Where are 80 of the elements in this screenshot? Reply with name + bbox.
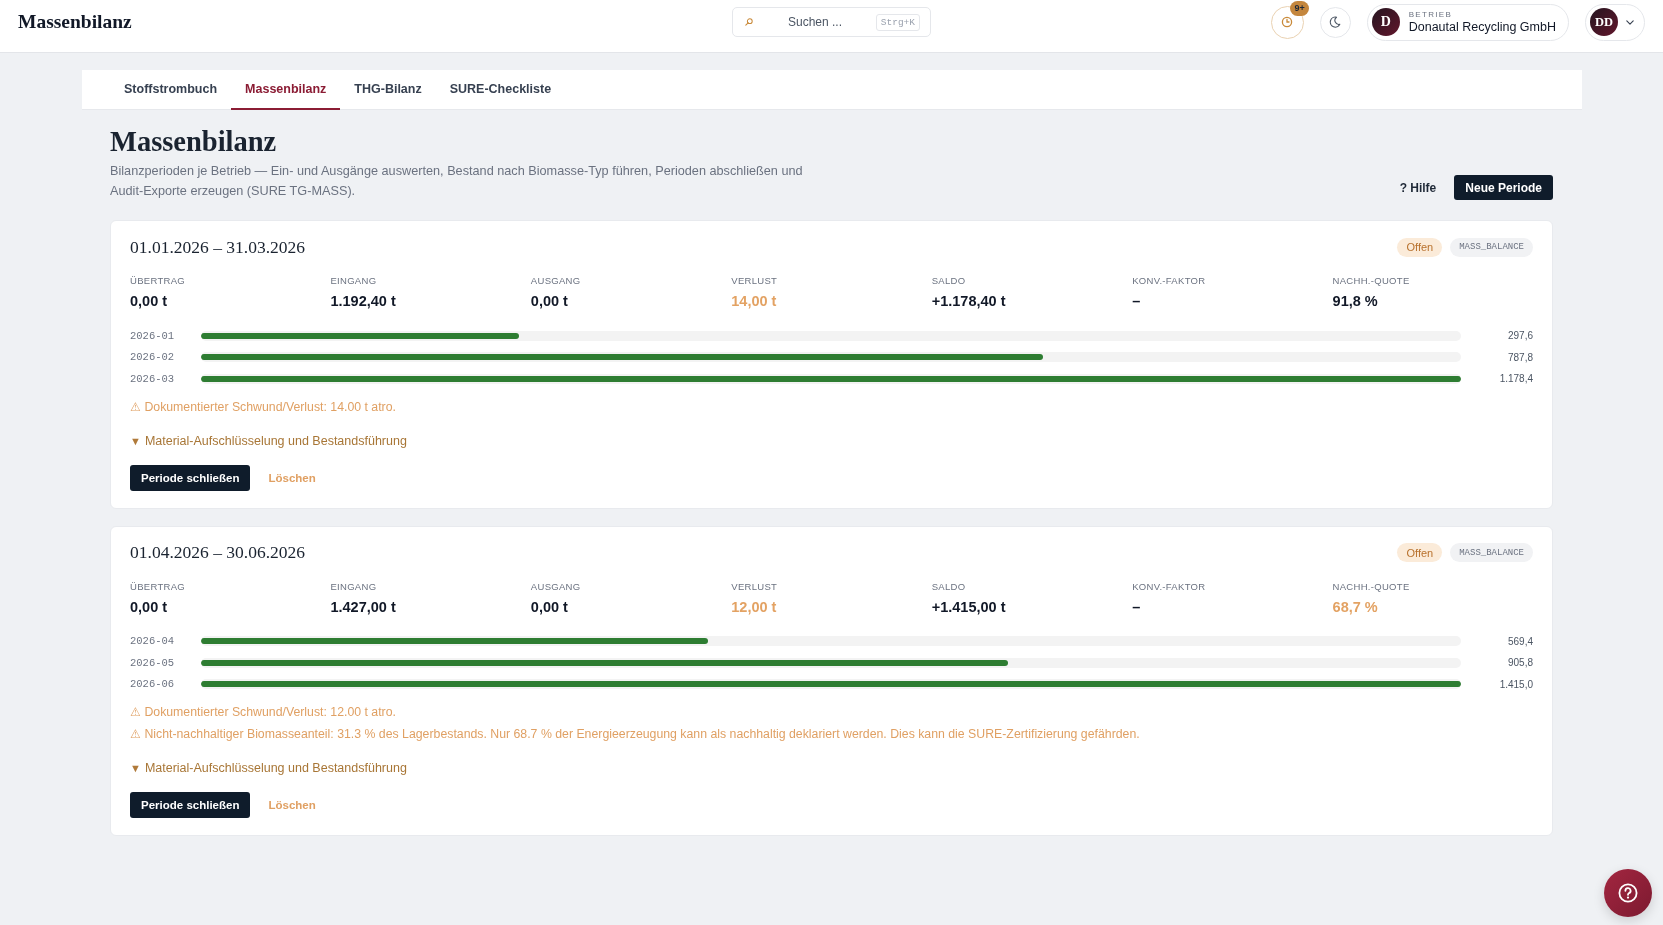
stat-value: 0,00 t — [130, 597, 169, 616]
details-toggle[interactable]: Material-Aufschlüsselung und Bestandsführung — [144, 433, 407, 448]
stat-value: – — [1132, 292, 1142, 310]
stat-label: VERLUST — [731, 580, 779, 593]
stat-value: 14,00 t — [731, 292, 778, 310]
details-toggle[interactable]: Material-Aufschlüsselung und Bestandsführung — [144, 761, 407, 775]
close-period-button[interactable]: Periode schließen — [130, 792, 251, 818]
stat-label: SALDO — [931, 275, 967, 287]
stat-value: +1.415,00 t — [931, 597, 1007, 616]
stat-label: EINGANG — [330, 580, 378, 593]
caret-icon: ▼ — [130, 434, 141, 447]
month-label: 2026-03 — [130, 372, 176, 385]
page-title: Massenbilanz — [110, 125, 278, 159]
month-label: 2026-04 — [130, 635, 176, 648]
search-input[interactable]: Suchen ... — [788, 15, 852, 29]
stat-label: AUSGANG — [530, 275, 582, 287]
notification-count: 9+ — [1290, 0, 1309, 16]
facility-switcher[interactable]: D BETRIEB Donautal Recycling GmbH — [1366, 3, 1569, 41]
warning-text: ⚠ Dokumentierter Schwund/Verlust: 14.00 t atro. — [130, 398, 397, 416]
help-icon — [1618, 883, 1638, 903]
stat-label: NACHH.-QUOTE — [1332, 580, 1411, 593]
stat-value: 0,00 t — [530, 292, 569, 310]
stat-value: 0,00 t — [130, 292, 169, 310]
status-badge: Offen — [1397, 237, 1443, 257]
stat-label: ÜBERTRAG — [130, 275, 186, 287]
shortcut-hint: Strg+K — [875, 13, 920, 31]
month-value: 569,4 — [1506, 635, 1533, 647]
month-label: 2026-05 — [130, 656, 176, 669]
tab[interactable]: SURE-Checkliste — [435, 70, 566, 110]
user-menu-button[interactable]: DD — [1585, 3, 1645, 41]
clock-icon — [1281, 16, 1294, 28]
app-title: Massenbilanz — [18, 10, 132, 33]
type-badge: MASS_BALANCE — [1450, 543, 1533, 562]
help-button[interactable]: ? Hilfe — [1399, 180, 1437, 195]
stat-label: ÜBERTRAG — [130, 580, 186, 593]
stat-label: NACHH.-QUOTE — [1332, 275, 1411, 287]
month-label: 2026-06 — [130, 678, 176, 691]
period-title: 01.04.2026 – 30.06.2026 — [130, 542, 305, 563]
month-value: 787,8 — [1506, 351, 1533, 363]
stat-value: 1.427,00 t — [330, 597, 397, 616]
period-title: 01.01.2026 – 31.03.2026 — [130, 236, 305, 258]
month-value: 297,6 — [1506, 330, 1533, 342]
tab[interactable]: THG-Bilanz — [340, 70, 436, 110]
month-label: 2026-01 — [130, 329, 176, 342]
caret-icon: ▼ — [130, 762, 141, 774]
facility-name: Donautal Recycling GmbH — [1408, 19, 1556, 35]
stat-value: 68,7 % — [1332, 597, 1379, 616]
moon-icon — [1329, 16, 1342, 28]
month-value: 1.415,0 — [1498, 678, 1533, 690]
month-value: 1.178,4 — [1498, 373, 1533, 385]
stat-value: 91,8 % — [1332, 292, 1379, 310]
stat-label: KONV.-FAKTOR — [1132, 275, 1207, 287]
stat-value: 0,00 t — [530, 597, 569, 616]
theme-toggle-button[interactable] — [1319, 6, 1351, 38]
tab[interactable]: Massenbilanz — [231, 70, 341, 110]
user-avatar: DD — [1590, 8, 1618, 36]
stat-label: VERLUST — [731, 275, 779, 287]
stat-value: 1.192,40 t — [330, 292, 397, 310]
stat-value: – — [1132, 597, 1142, 616]
stat-value: +1.178,40 t — [931, 292, 1007, 310]
new-period-button[interactable]: Neue Periode — [1454, 175, 1553, 200]
stat-label: KONV.-FAKTOR — [1132, 580, 1207, 593]
page-description: Bilanzperioden je Betrieb — Ein- und Ausgänge auswerten, Bestand nach Biomasse-Typ führen, Perioden abschließen und Audit-Exporte erzeugen (SURE TG-MASS). — [110, 163, 804, 200]
close-period-button[interactable]: Periode schließen — [130, 464, 251, 491]
month-label: 2026-02 — [130, 351, 176, 364]
stat-label: SALDO — [931, 580, 967, 593]
warning-text: ⚠ Dokumentierter Schwund/Verlust: 12.00 t atro. — [130, 704, 397, 721]
type-badge: MASS_BALANCE — [1450, 237, 1533, 257]
stat-value: 12,00 t — [731, 597, 778, 616]
search-icon — [745, 18, 753, 26]
help-fab-button[interactable] — [1604, 869, 1652, 917]
month-value: 905,8 — [1506, 657, 1533, 669]
facility-label: BETRIEB — [1408, 9, 1453, 20]
warning-text: ⚠ Nicht-nachhaltiger Biomasseanteil: 31.3 % des Lagerbestands. Nur 68.7 % der Energieerzeugung kann als nachhaltig deklariert werden. Dies kann die SURE-Zertifizierung gefährden. — [130, 726, 1141, 743]
facility-avatar: D — [1371, 8, 1400, 36]
status-badge: Offen — [1397, 543, 1443, 562]
stat-label: AUSGANG — [530, 580, 582, 593]
chevron-down-icon — [1626, 19, 1634, 25]
tab[interactable]: Stoffstrombuch — [110, 70, 232, 110]
stat-label: EINGANG — [330, 275, 378, 287]
